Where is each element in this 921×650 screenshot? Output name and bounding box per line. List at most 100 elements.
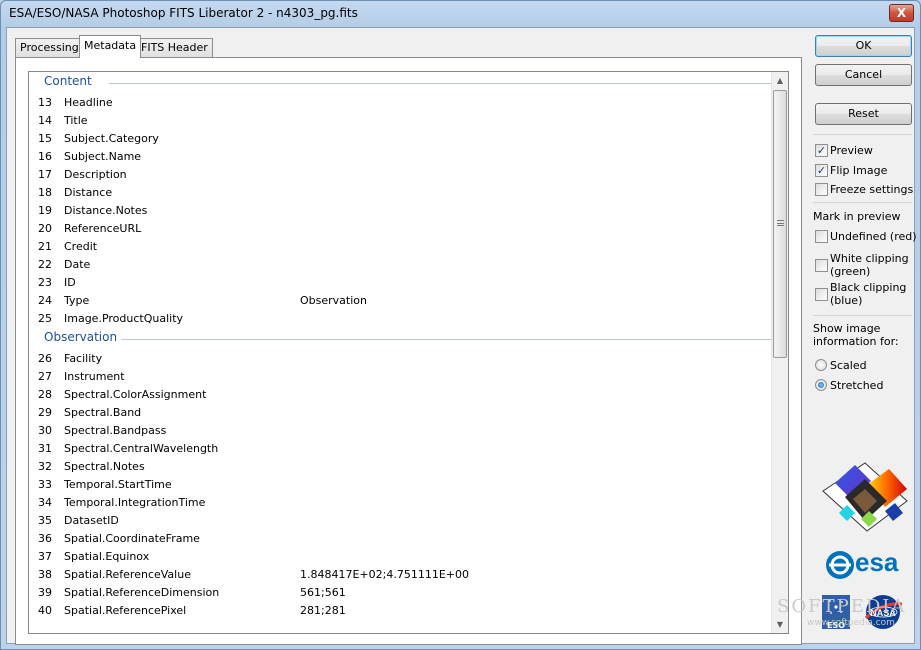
metadata-row[interactable]: 28 Spectral.ColorAssignment: [29, 386, 769, 404]
scrollbar-thumb[interactable]: [773, 90, 787, 358]
field-name: Spatial.CoordinateFrame: [64, 532, 200, 545]
metadata-row[interactable]: 23 ID: [29, 274, 769, 292]
field-name: Headline: [64, 96, 113, 109]
tab-label: FITS Header: [141, 41, 208, 54]
row-number: 27: [38, 370, 52, 383]
field-name: Distance.Notes: [64, 204, 148, 217]
field-name: Spectral.ColorAssignment: [64, 388, 207, 401]
scroll-down-arrow-icon[interactable]: ▼: [772, 616, 788, 633]
metadata-row[interactable]: 36 Spatial.CoordinateFrame: [29, 530, 769, 548]
row-number: 20: [38, 222, 52, 235]
tab-label: Metadata: [84, 39, 137, 52]
metadata-row[interactable]: 38 Spatial.ReferenceValue 1.848417E+02;4.7…: [29, 566, 769, 584]
metadata-row[interactable]: 34 Temporal.IntegrationTime: [29, 494, 769, 512]
close-icon: X: [896, 6, 907, 20]
metadata-row[interactable]: 15 Subject.Category: [29, 130, 769, 148]
checkbox-label: Freeze settings: [830, 183, 914, 196]
row-number: 40: [38, 604, 52, 617]
metadata-row[interactable]: 26 Facility: [29, 350, 769, 368]
radio-unselected-icon: [815, 359, 827, 371]
metadata-row[interactable]: 17 Description: [29, 166, 769, 184]
metadata-row[interactable]: 33 Temporal.StartTime: [29, 476, 769, 494]
row-number: 33: [38, 478, 52, 491]
checkbox-unchecked-icon: [815, 259, 828, 272]
watermark: SOFTPEDIA: [777, 596, 907, 617]
metadata-row[interactable]: 39 Spatial.ReferenceDimension 561;561: [29, 584, 769, 602]
metadata-row[interactable]: 31 Spectral.CentralWavelength: [29, 440, 769, 458]
tab-metadata[interactable]: Metadata: [79, 35, 142, 58]
field-name: Spatial.Equinox: [64, 550, 150, 563]
field-name: Date: [64, 258, 91, 271]
checkbox-label: Preview: [830, 144, 873, 157]
metadata-row[interactable]: 27 Instrument: [29, 368, 769, 386]
row-number: 38: [38, 568, 52, 581]
field-name: ID: [64, 276, 76, 289]
divider: [813, 134, 912, 135]
esa-wordmark: esa: [855, 547, 899, 577]
scroll-up-arrow-icon[interactable]: ▲: [772, 72, 788, 89]
row-number: 32: [38, 460, 52, 473]
row-number: 19: [38, 204, 52, 217]
divider: [813, 202, 912, 203]
checkbox-label: Black clipping (blue): [830, 281, 907, 307]
row-number: 24: [38, 294, 52, 307]
ok-button[interactable]: OK: [815, 35, 912, 57]
metadata-row[interactable]: 19 Distance.Notes: [29, 202, 769, 220]
row-number: 36: [38, 532, 52, 545]
field-value[interactable]: 561;561: [300, 586, 346, 599]
metadata-row[interactable]: 30 Spectral.Bandpass: [29, 422, 769, 440]
metadata-row[interactable]: 22 Date: [29, 256, 769, 274]
field-name: Spectral.CentralWavelength: [64, 442, 219, 455]
reset-button[interactable]: Reset: [815, 103, 912, 125]
esa-emblem-icon: [826, 551, 854, 579]
field-name: Description: [64, 168, 127, 181]
section-divider: [121, 339, 773, 340]
row-number: 34: [38, 496, 52, 509]
field-value[interactable]: 1.848417E+02;4.751111E+00: [300, 568, 469, 581]
row-number: 22: [38, 258, 52, 271]
metadata-row[interactable]: 29 Spectral.Band: [29, 404, 769, 422]
metadata-row[interactable]: 14 Title: [29, 112, 769, 130]
metadata-row[interactable]: 24 Type Observation: [29, 292, 769, 310]
section-divider: [109, 83, 773, 84]
checkbox-label: White clipping (green): [830, 252, 909, 278]
metadata-row[interactable]: 32 Spectral.Notes: [29, 458, 769, 476]
metadata-row[interactable]: 25 Image.ProductQuality: [29, 310, 769, 328]
checkbox-label: Flip Image: [830, 164, 888, 177]
metadata-row[interactable]: 21 Credit: [29, 238, 769, 256]
metadata-list[interactable]: Content 13 Headline 14 Title 15 Subject.Catego…: [28, 71, 789, 634]
checkbox-checked-icon: ✓: [815, 144, 828, 157]
tab-processing[interactable]: Processing: [15, 38, 84, 57]
field-name: Type: [64, 294, 90, 307]
field-name: Distance: [64, 186, 113, 199]
metadata-row[interactable]: 16 Subject.Name: [29, 148, 769, 166]
vertical-scrollbar[interactable]: ▲ ▼: [771, 72, 788, 633]
metadata-row[interactable]: 20 ReferenceURL: [29, 220, 769, 238]
row-number: 13: [38, 96, 52, 109]
close-button[interactable]: X: [889, 4, 914, 22]
dialog-client: Processing Metadata FITS Header Content 1…: [6, 27, 917, 645]
field-value[interactable]: Observation: [300, 294, 367, 307]
checkbox-label: Undefined (red): [830, 230, 917, 243]
field-name: Facility: [64, 352, 103, 365]
field-name: Spatial.ReferencePixel: [64, 604, 187, 617]
metadata-row[interactable]: 37 Spatial.Equinox: [29, 548, 769, 566]
field-name: DatasetID: [64, 514, 119, 527]
row-number: 29: [38, 406, 52, 419]
field-value[interactable]: 281;281: [300, 604, 346, 617]
row-number: 28: [38, 388, 52, 401]
field-name: Temporal.IntegrationTime: [64, 496, 206, 509]
metadata-row[interactable]: 40 Spatial.ReferencePixel 281;281: [29, 602, 769, 620]
metadata-row[interactable]: 35 DatasetID: [29, 512, 769, 530]
title-bar[interactable]: ESA/ESO/NASA Photoshop FITS Liberator 2 …: [1, 1, 920, 27]
field-name: ReferenceURL: [64, 222, 142, 235]
field-name: Credit: [64, 240, 98, 253]
metadata-row[interactable]: 13 Headline: [29, 94, 769, 112]
tab-fits-header[interactable]: FITS Header: [136, 38, 213, 57]
field-name: Subject.Name: [64, 150, 142, 163]
metadata-panel: Content 13 Headline 14 Title 15 Subject.Catego…: [15, 57, 802, 645]
field-name: Spectral.Bandpass: [64, 424, 167, 437]
row-number: 17: [38, 168, 52, 181]
metadata-row[interactable]: 18 Distance: [29, 184, 769, 202]
cancel-button[interactable]: Cancel: [815, 64, 912, 86]
